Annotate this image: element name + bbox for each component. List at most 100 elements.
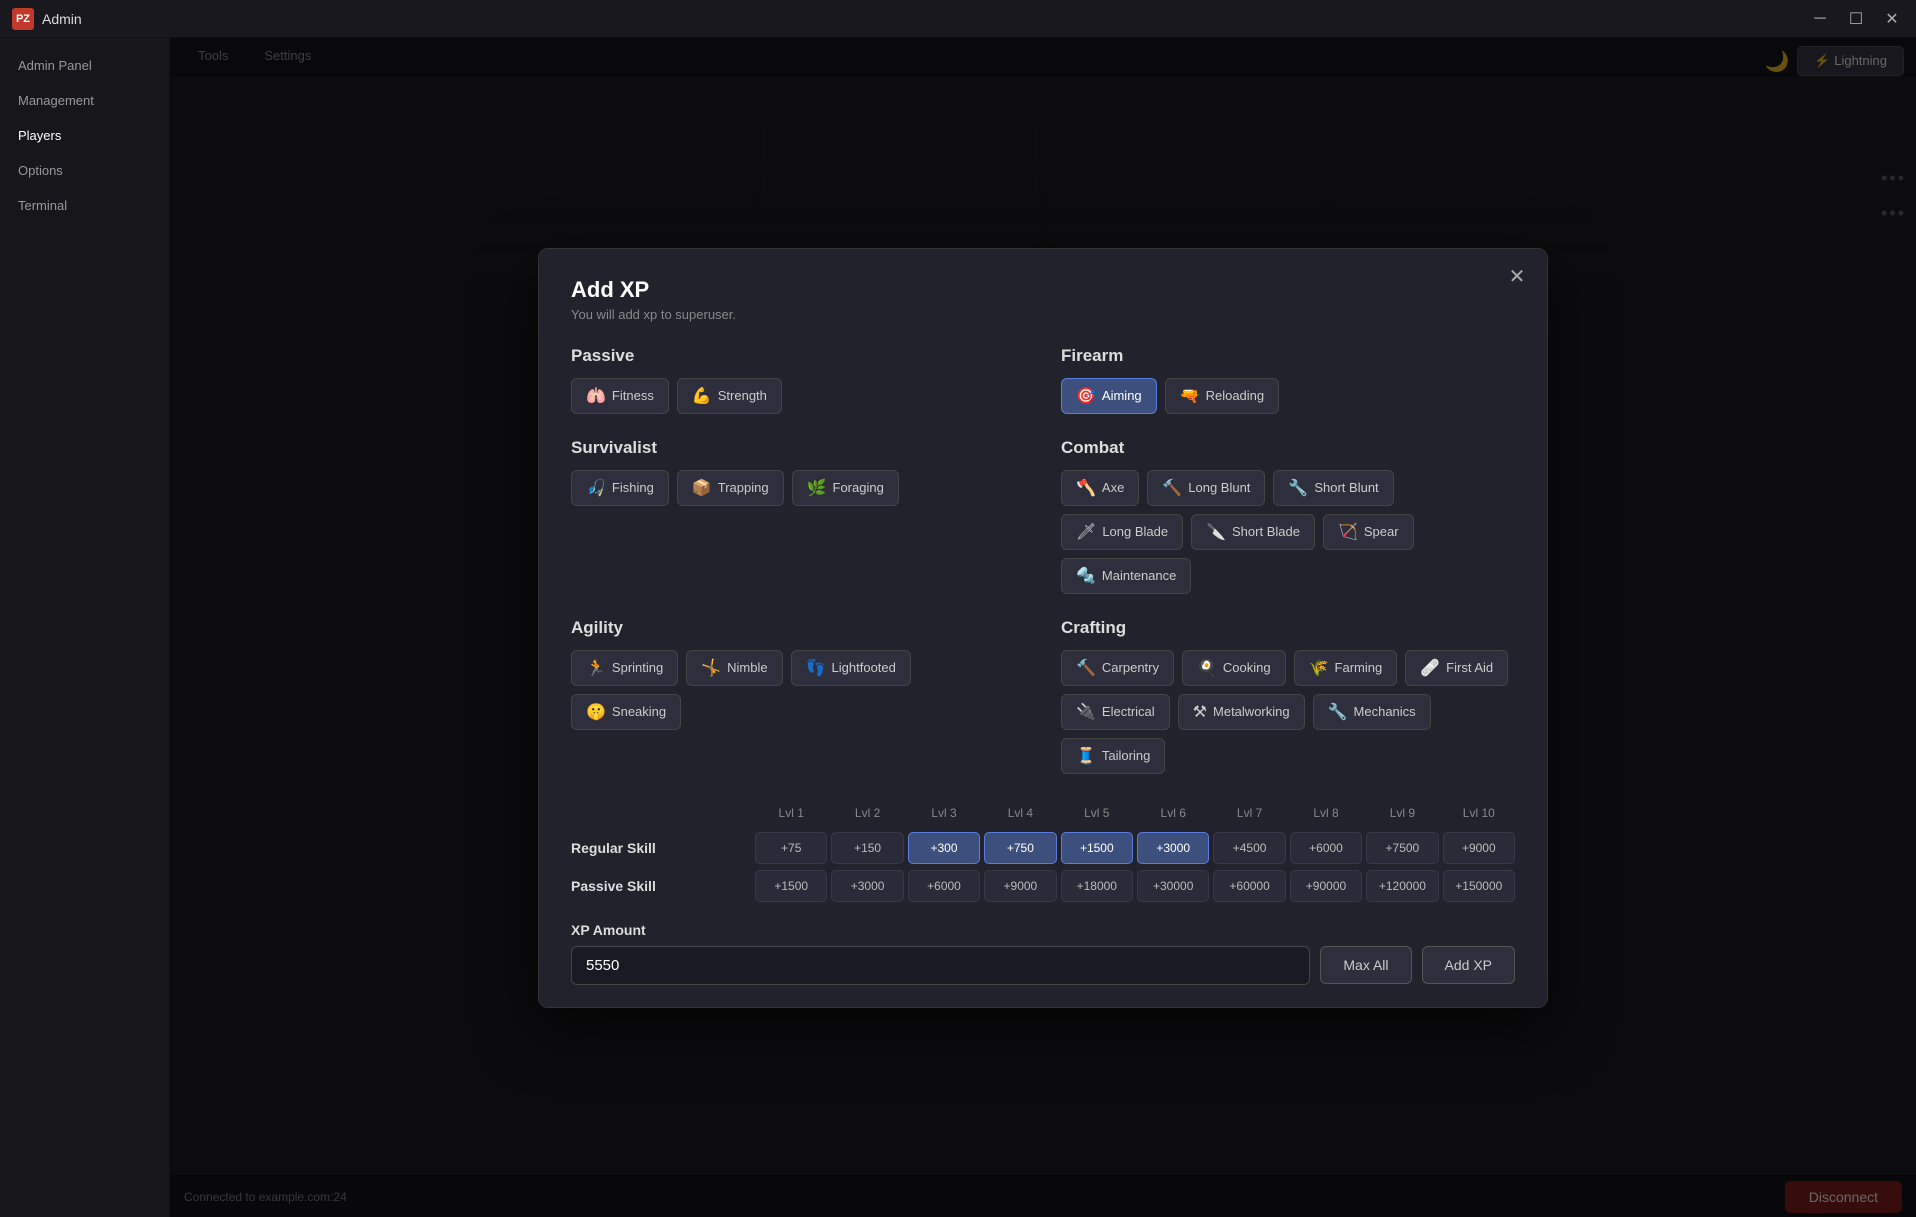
passive-lvl3[interactable]: +6000: [908, 870, 980, 902]
skill-btn-aiming[interactable]: 🎯 Aiming: [1061, 378, 1157, 414]
skill-btn-spear[interactable]: 🏹 Spear: [1323, 514, 1414, 550]
axe-label: Axe: [1102, 480, 1124, 495]
passive-lvl1[interactable]: +1500: [755, 870, 827, 902]
skill-btn-cooking[interactable]: 🍳 Cooking: [1182, 650, 1286, 686]
passive-lvl6[interactable]: +30000: [1137, 870, 1209, 902]
regular-lvl3[interactable]: +300: [908, 832, 980, 864]
spear-label: Spear: [1364, 524, 1399, 539]
skill-btn-mechanics[interactable]: 🔧 Mechanics: [1313, 694, 1431, 730]
long-blade-icon: 🗡: [1076, 522, 1096, 542]
xp-amount-input[interactable]: [571, 946, 1310, 985]
skill-btn-fishing[interactable]: 🎣 Fishing: [571, 470, 669, 506]
skill-btn-foraging[interactable]: 🌿 Foraging: [792, 470, 899, 506]
max-all-button[interactable]: Max All: [1320, 946, 1411, 984]
farming-icon: 🌾: [1309, 658, 1329, 678]
regular-lvl10[interactable]: +9000: [1443, 832, 1515, 864]
regular-lvl5[interactable]: +1500: [1061, 832, 1133, 864]
skill-btn-short-blade[interactable]: 🔪 Short Blade: [1191, 514, 1315, 550]
skill-btn-axe[interactable]: 🪓 Axe: [1061, 470, 1139, 506]
first-aid-icon: 🩹: [1420, 658, 1440, 678]
foraging-icon: 🌿: [807, 478, 827, 498]
passive-lvl5[interactable]: +18000: [1061, 870, 1133, 902]
passive-lvl10[interactable]: +150000: [1443, 870, 1515, 902]
sidebar-item-management[interactable]: Management: [0, 83, 169, 118]
combat-skills: 🪓 Axe 🔨 Long Blunt 🔧 Short Blunt: [1061, 470, 1515, 594]
regular-lvl9[interactable]: +7500: [1366, 832, 1438, 864]
xp-header-lvl5: Lvl 5: [1061, 802, 1133, 824]
skill-btn-fitness[interactable]: 🫁 Fitness: [571, 378, 669, 414]
long-blade-label: Long Blade: [1102, 524, 1168, 539]
xp-amount-row: Max All Add XP: [571, 946, 1515, 985]
lightfooted-icon: 👣: [806, 658, 826, 678]
skill-btn-sprinting[interactable]: 🏃 Sprinting: [571, 650, 678, 686]
sidebar-item-admin-panel[interactable]: Admin Panel: [0, 48, 169, 83]
xp-header-lvl9: Lvl 9: [1366, 802, 1438, 824]
carpentry-label: Carpentry: [1102, 660, 1159, 675]
skill-btn-long-blunt[interactable]: 🔨 Long Blunt: [1147, 470, 1265, 506]
survivalist-skills: 🎣 Fishing 📦 Trapping 🌿 Foraging: [571, 470, 1025, 506]
short-blade-icon: 🔪: [1206, 522, 1226, 542]
long-blunt-icon: 🔨: [1162, 478, 1182, 498]
regular-lvl2[interactable]: +150: [831, 832, 903, 864]
app-logo: PZ: [12, 8, 34, 30]
cooking-icon: 🍳: [1197, 658, 1217, 678]
skill-btn-farming[interactable]: 🌾 Farming: [1294, 650, 1398, 686]
regular-skill-row: Regular Skill +75 +150 +300 +750 +1500 +…: [571, 832, 1515, 864]
main-layout: Admin Panel Management Players Options T…: [0, 38, 1916, 1217]
skill-btn-trapping[interactable]: 📦 Trapping: [677, 470, 784, 506]
survivalist-section-title: Survivalist: [571, 438, 1025, 458]
skill-btn-long-blade[interactable]: 🗡 Long Blade: [1061, 514, 1183, 550]
xp-header-lvl4: Lvl 4: [984, 802, 1056, 824]
skill-btn-metalworking[interactable]: ⚒ Metalworking: [1178, 694, 1305, 730]
passive-lvl2[interactable]: +3000: [831, 870, 903, 902]
skill-btn-tailoring[interactable]: 🧵 Tailoring: [1061, 738, 1165, 774]
regular-lvl7[interactable]: +4500: [1213, 832, 1285, 864]
xp-header-empty: [571, 802, 751, 824]
skill-btn-nimble[interactable]: 🤸 Nimble: [686, 650, 782, 686]
sidebar-item-terminal[interactable]: Terminal: [0, 188, 169, 223]
add-xp-button[interactable]: Add XP: [1422, 946, 1515, 984]
xp-header-lvl7: Lvl 7: [1213, 802, 1285, 824]
passive-lvl4[interactable]: +9000: [984, 870, 1056, 902]
short-blade-label: Short Blade: [1232, 524, 1300, 539]
passive-lvl8[interactable]: +90000: [1290, 870, 1362, 902]
skill-btn-electrical[interactable]: 🔌 Electrical: [1061, 694, 1170, 730]
xp-header-lvl10: Lvl 10: [1443, 802, 1515, 824]
skill-btn-lightfooted[interactable]: 👣 Lightfooted: [791, 650, 911, 686]
reloading-icon: 🔫: [1180, 386, 1200, 406]
content-area: Tools Settings 🌙 ⚡ Lightning: [170, 38, 1916, 1217]
sidebar-item-options[interactable]: Options: [0, 153, 169, 188]
skill-btn-short-blunt[interactable]: 🔧 Short Blunt: [1273, 470, 1393, 506]
maximize-button[interactable]: ☐: [1844, 7, 1868, 31]
lightfooted-label: Lightfooted: [832, 660, 896, 675]
skill-btn-reloading[interactable]: 🔫 Reloading: [1165, 378, 1279, 414]
firearm-skills: 🎯 Aiming 🔫 Reloading: [1061, 378, 1515, 414]
minimize-button[interactable]: ─: [1808, 7, 1832, 31]
close-button[interactable]: ✕: [1880, 7, 1904, 31]
skill-btn-sneaking[interactable]: 🤫 Sneaking: [571, 694, 681, 730]
modal-subtitle: You will add xp to superuser.: [571, 307, 1515, 322]
tailoring-label: Tailoring: [1102, 748, 1150, 763]
regular-lvl6[interactable]: +3000: [1137, 832, 1209, 864]
regular-lvl8[interactable]: +6000: [1290, 832, 1362, 864]
trapping-icon: 📦: [692, 478, 712, 498]
reloading-label: Reloading: [1206, 388, 1265, 403]
passive-lvl9[interactable]: +120000: [1366, 870, 1438, 902]
sidebar-item-players[interactable]: Players: [0, 118, 169, 153]
title-bar: PZ Admin ─ ☐ ✕: [0, 0, 1916, 38]
regular-lvl1[interactable]: +75: [755, 832, 827, 864]
sidebar: Admin Panel Management Players Options T…: [0, 38, 170, 1217]
skill-btn-carpentry[interactable]: 🔨 Carpentry: [1061, 650, 1174, 686]
cooking-label: Cooking: [1223, 660, 1271, 675]
short-blunt-label: Short Blunt: [1314, 480, 1378, 495]
passive-lvl7[interactable]: +60000: [1213, 870, 1285, 902]
modal-close-button[interactable]: ✕: [1503, 263, 1531, 291]
skill-btn-first-aid[interactable]: 🩹 First Aid: [1405, 650, 1508, 686]
foraging-label: Foraging: [833, 480, 884, 495]
regular-lvl4[interactable]: +750: [984, 832, 1056, 864]
firearm-section-title: Firearm: [1061, 346, 1515, 366]
mechanics-label: Mechanics: [1354, 704, 1416, 719]
skill-btn-strength[interactable]: 💪 Strength: [677, 378, 782, 414]
skill-btn-maintenance[interactable]: 🔩 Maintenance: [1061, 558, 1191, 594]
metalworking-label: Metalworking: [1213, 704, 1290, 719]
